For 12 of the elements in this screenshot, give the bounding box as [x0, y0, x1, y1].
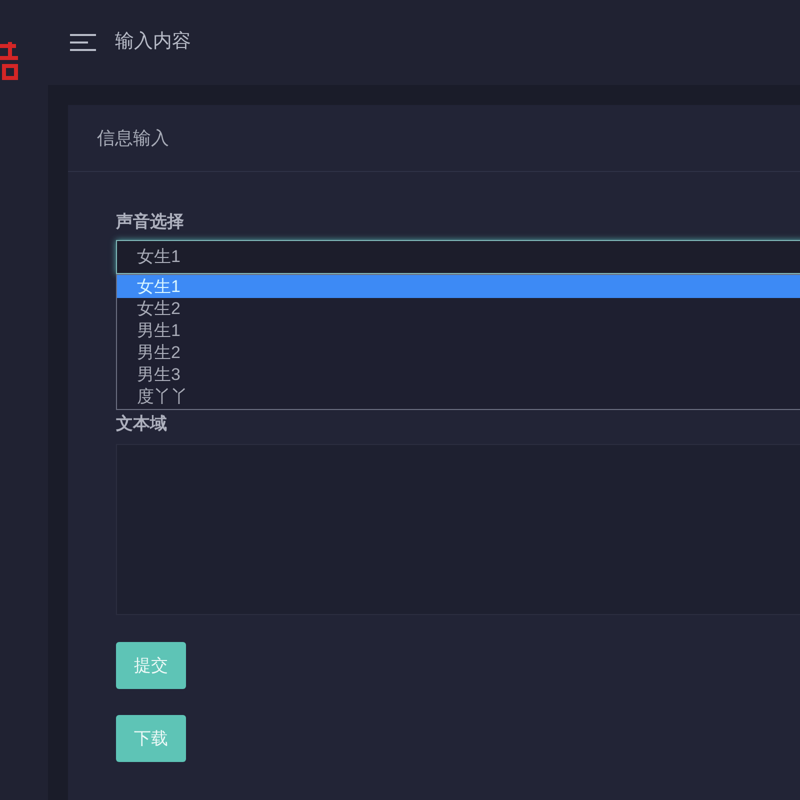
menu-icon[interactable] — [70, 34, 96, 51]
dropdown-option[interactable]: 男生1 — [117, 320, 800, 342]
field-label: 文本域 — [116, 414, 167, 434]
dropdown-option[interactable]: 度丫丫 — [117, 386, 800, 408]
voice-select[interactable]: 女生1 — [116, 240, 800, 274]
dropdown-option[interactable]: 男生3 — [117, 364, 800, 386]
card-title: 信息输入 — [97, 126, 169, 150]
dropdown-option[interactable]: 女生2 — [117, 298, 800, 320]
logo-icon — [0, 42, 20, 82]
page-title: 输入内容 — [115, 30, 191, 54]
dropdown-option[interactable]: 男生2 — [117, 342, 800, 364]
field-label: 声音选择 — [116, 212, 184, 232]
